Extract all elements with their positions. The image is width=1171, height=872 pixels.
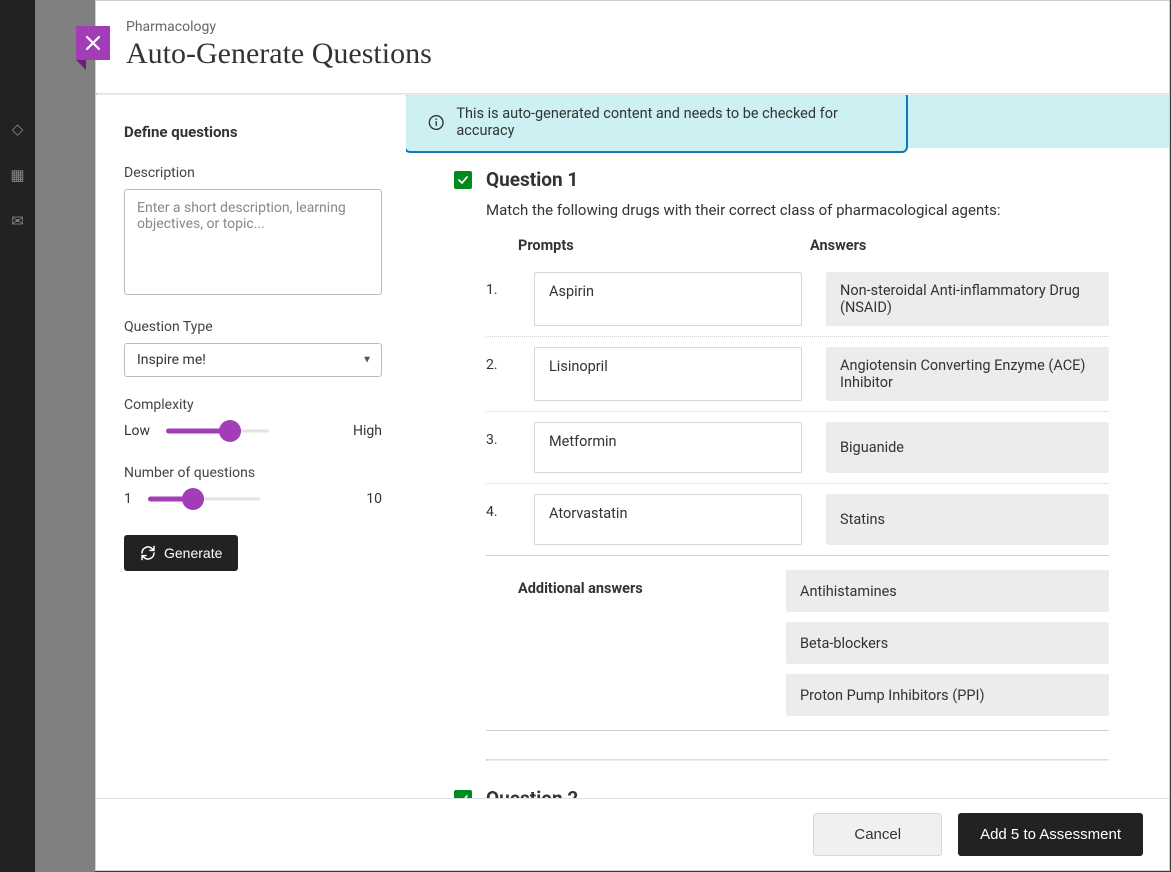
answers-header: Answers [810,237,1109,254]
prompt-cell[interactable]: Metformin [534,422,802,473]
info-text: This is auto-generated content and needs… [456,105,884,139]
nav-icon: ▦ [10,166,24,184]
match-row: 3. Metformin Biguanide [486,412,1109,484]
match-row: 1. Aspirin Non-steroidal Anti-inflammato… [486,262,1109,337]
num-thumb[interactable] [182,488,204,510]
breadcrumb: Pharmacology [126,19,1139,35]
page-title: Auto-Generate Questions [126,37,1139,71]
check-icon [457,174,469,186]
question-2-title: Question 2 [486,787,578,798]
description-textarea[interactable] [124,189,382,295]
generate-button[interactable]: Generate [124,535,238,571]
question-divider [486,759,1109,761]
nav-icon: ✉ [11,212,24,230]
close-icon [84,34,102,52]
auto-generate-panel: Pharmacology Auto-Generate Questions Def… [95,0,1170,871]
match-row: 2. Lisinopril Angiotensin Converting Enz… [486,337,1109,412]
regenerate-icon [140,545,156,561]
close-panel-button[interactable] [76,26,110,60]
info-icon [428,114,444,131]
answer-cell[interactable]: Biguanide [826,422,1109,473]
num-questions-slider[interactable] [148,489,260,509]
question-1: Question 1 Match the following drugs wit… [406,168,1169,751]
num-min-label: 1 [124,491,138,507]
match-row: 4. Atorvastatin Statins [486,484,1109,556]
additional-answer-cell[interactable]: Beta-blockers [786,622,1109,664]
define-heading: Define questions [124,123,382,141]
prompt-cell[interactable]: Aspirin [534,272,802,326]
complexity-slider[interactable] [166,421,269,441]
generate-label: Generate [164,545,222,561]
answer-cell[interactable]: Statins [826,494,1109,545]
num-questions-label: Number of questions [124,465,382,481]
complexity-low-label: Low [124,423,156,439]
match-headers: Prompts Answers [486,237,1109,254]
nav-icon: ◇ [12,120,24,138]
row-number: 2. [486,347,510,401]
question-2-checkbox[interactable] [454,790,472,799]
background-nav-rail: ◇ ▦ ✉ [0,0,35,872]
accuracy-info-banner: This is auto-generated content and needs… [406,95,908,153]
panel-footer: Cancel Add 5 to Assessment [96,798,1169,870]
num-max-label: 10 [270,491,382,507]
additional-answer-cell[interactable]: Antihistamines [786,570,1109,612]
additional-answers: Additional answers Antihistamines Beta-bl… [486,556,1109,731]
question-2: Question 2 Which of the following is NOT… [406,787,1169,798]
additional-answers-list: Antihistamines Beta-blockers Proton Pump I… [786,570,1109,730]
row-number: 1. [486,272,510,326]
match-rows: 1. Aspirin Non-steroidal Anti-inflammato… [454,262,1109,556]
complexity-label: Complexity [124,397,382,413]
prompts-header: Prompts [486,237,786,254]
add-to-assessment-button[interactable]: Add 5 to Assessment [958,813,1143,856]
additional-answer-cell[interactable]: Proton Pump Inhibitors (PPI) [786,674,1109,716]
question-type-select[interactable]: Inspire me! [124,343,382,377]
question-1-text: Match the following drugs with their cor… [486,201,1109,219]
row-number: 4. [486,494,510,545]
answer-cell[interactable]: Angiotensin Converting Enzyme (ACE) Inhi… [826,347,1109,401]
questions-scroll[interactable]: This is auto-generated content and needs… [406,95,1169,798]
question-type-label: Question Type [124,319,382,335]
additional-answers-label: Additional answers [486,570,786,730]
define-sidebar: Define questions Description Question Ty… [96,95,406,798]
question-1-checkbox[interactable] [454,171,472,189]
prompt-cell[interactable]: Atorvastatin [534,494,802,545]
description-label: Description [124,165,382,181]
complexity-thumb[interactable] [219,420,241,442]
panel-header: Pharmacology Auto-Generate Questions [96,1,1169,93]
row-number: 3. [486,422,510,473]
check-icon [457,793,469,799]
cancel-button[interactable]: Cancel [813,813,942,856]
prompt-cell[interactable]: Lisinopril [534,347,802,401]
complexity-high-label: High [279,423,382,439]
answer-cell[interactable]: Non-steroidal Anti-inflammatory Drug (NS… [826,272,1109,326]
question-1-title: Question 1 [486,168,578,191]
